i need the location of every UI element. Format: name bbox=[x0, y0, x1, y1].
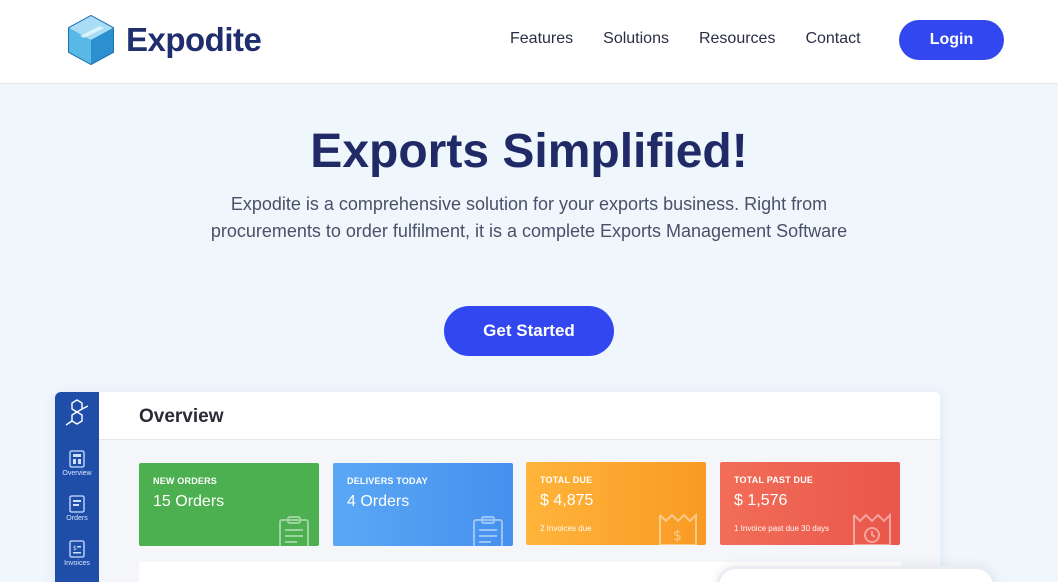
get-started-button[interactable]: Get Started bbox=[444, 306, 614, 356]
sidebar-item-invoices[interactable]: $ Invoices bbox=[55, 540, 99, 567]
clipboard-icon bbox=[473, 516, 503, 546]
hero-subtitle: Expodite is a comprehensive solution for… bbox=[210, 194, 848, 241]
brand-name: Expodite bbox=[126, 21, 262, 58]
stat-card-total-past-due[interactable]: TOTAL PAST DUE $ 1,576 1 Invoice past du… bbox=[720, 462, 900, 545]
sidebar-item-overview[interactable]: Overview bbox=[55, 450, 99, 477]
clipboard-icon bbox=[279, 516, 309, 546]
dashboard-preview: Overview Orders $ Invoices Overview NEW … bbox=[55, 392, 940, 582]
stat-card-value: $ 1,576 bbox=[734, 492, 788, 509]
stat-card-total-due[interactable]: TOTAL DUE $ 4,875 2 Invoices due $ bbox=[526, 462, 706, 545]
nav-contact[interactable]: Contact bbox=[805, 30, 860, 48]
stat-card-delivers-today[interactable]: DELIVERS TODAY 4 Orders bbox=[333, 463, 513, 546]
dashboard-topbar: Overview bbox=[99, 392, 940, 440]
site-header: Expodite Features Solutions Resources Co… bbox=[0, 0, 1058, 84]
stat-card-label: NEW ORDERS bbox=[153, 476, 218, 486]
svg-text:$: $ bbox=[73, 545, 77, 552]
stat-card-note: 2 Invoices due bbox=[540, 524, 592, 533]
sidebar-item-orders[interactable]: Orders bbox=[55, 495, 99, 522]
brand-logo[interactable]: Expodite bbox=[66, 14, 262, 66]
overview-icon bbox=[69, 450, 85, 468]
nav-resources[interactable]: Resources bbox=[699, 30, 775, 48]
invoices-icon: $ bbox=[69, 540, 85, 558]
dashboard-title: Overview bbox=[139, 406, 224, 427]
hero-title: Exports Simplified! bbox=[310, 125, 748, 178]
nav-solutions[interactable]: Solutions bbox=[603, 30, 669, 48]
stat-card-new-orders[interactable]: NEW ORDERS 15 Orders bbox=[139, 463, 319, 546]
stat-card-value: 15 Orders bbox=[153, 493, 225, 510]
sidebar-item-label: Invoices bbox=[64, 560, 90, 567]
dashboard-sidebar: Overview Orders $ Invoices bbox=[55, 392, 99, 582]
stat-card-value: $ 4,875 bbox=[540, 492, 594, 509]
orders-icon bbox=[69, 495, 85, 513]
sidebar-item-label: Overview bbox=[62, 470, 92, 477]
stat-card-label: TOTAL PAST DUE bbox=[734, 475, 814, 485]
stat-card-label: DELIVERS TODAY bbox=[347, 476, 428, 486]
sidebar-item-label: Orders bbox=[66, 515, 88, 522]
svg-text:$: $ bbox=[673, 528, 682, 544]
login-button[interactable]: Login bbox=[899, 20, 1004, 60]
mobile-device-mockup bbox=[716, 566, 996, 582]
cube-logo-icon bbox=[68, 14, 114, 66]
main-nav: Features Solutions Resources Contact bbox=[510, 30, 891, 48]
stat-card-label: TOTAL DUE bbox=[540, 475, 593, 485]
hexagon-network-icon bbox=[65, 399, 89, 426]
receipt-clock-icon bbox=[853, 513, 891, 545]
receipt-dollar-icon: $ bbox=[659, 513, 697, 545]
stat-card-value: 4 Orders bbox=[347, 493, 410, 510]
stat-card-note: 1 Invoice past due 30 days bbox=[734, 524, 830, 533]
nav-features[interactable]: Features bbox=[510, 30, 573, 48]
